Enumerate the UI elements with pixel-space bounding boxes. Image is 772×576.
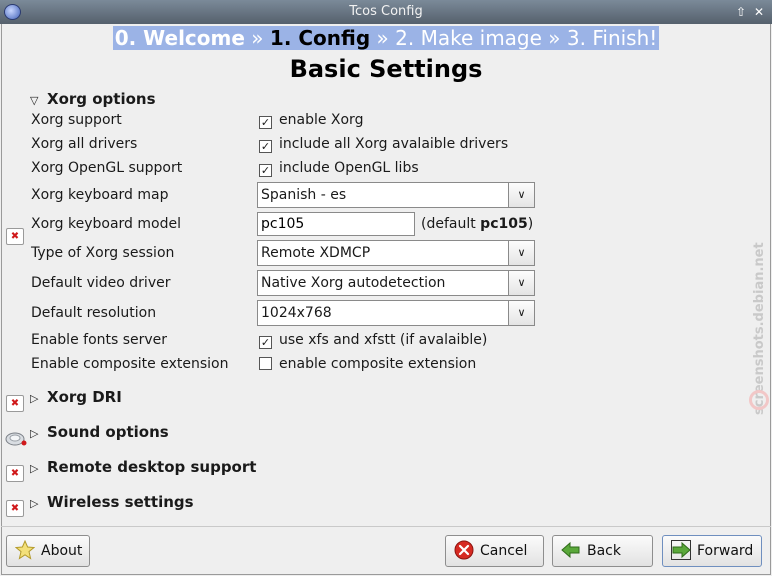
session-type-combobox[interactable]: Remote XDMCP ∨ — [257, 240, 535, 266]
remote-desktop-expander[interactable]: ▷ Remote desktop support — [30, 457, 256, 477]
button-bar-divider — [1, 526, 771, 527]
triangle-right-icon: ▷ — [30, 427, 39, 440]
session-type-value: Remote XDMCP — [261, 245, 371, 261]
checkbox-unchecked-icon — [259, 357, 272, 370]
arrow-left-icon — [561, 541, 580, 559]
step-make-image: 2. Make image — [395, 26, 542, 50]
video-driver-value: Native Xorg autodetection — [261, 275, 446, 291]
composite-checkbox[interactable]: enable composite extension — [259, 353, 476, 375]
checkbox-checked-icon: ✓ — [259, 116, 272, 129]
window-titlebar[interactable]: Tcos Config ⇧ ✕ — [0, 0, 772, 24]
checkbox-checked-icon: ✓ — [259, 336, 272, 349]
xorg-opengl-label: Xorg OpenGL support — [31, 160, 183, 176]
xorg-options-label: Xorg options — [47, 90, 156, 108]
close-icon[interactable]: ✕ — [751, 4, 767, 20]
wizard-steps: 0. Welcome » 1. Config » 2. Make image »… — [0, 26, 772, 50]
xorg-options-expander[interactable]: ▽ Xorg options — [30, 89, 156, 109]
xorg-all-drivers-label: Xorg all drivers — [31, 136, 138, 152]
fonts-server-label: Enable fonts server — [31, 332, 168, 348]
about-button[interactable]: About — [6, 535, 90, 567]
enable-xorg-text: enable Xorg — [279, 112, 364, 128]
cancel-label: Cancel — [480, 543, 528, 559]
remote-desktop-label: Remote desktop support — [47, 458, 257, 476]
composite-text: enable composite extension — [279, 356, 477, 372]
watermark: screenshots.debian.net — [752, 242, 767, 415]
wireless-settings-expander[interactable]: ▷ Wireless settings — [30, 492, 194, 512]
xorg-dri-expander[interactable]: ▷ Xorg DRI — [30, 387, 122, 407]
cancel-button[interactable]: Cancel — [445, 535, 544, 567]
keyboard-model-default-note: (default pc105) — [421, 213, 533, 235]
step-separator: » — [376, 26, 389, 50]
chevron-down-icon[interactable]: ∨ — [508, 271, 534, 295]
resolution-combobox[interactable]: 1024x768 ∨ — [257, 300, 535, 326]
cancel-icon — [454, 540, 474, 560]
default-value: pc105 — [480, 216, 528, 232]
checkbox-checked-icon: ✓ — [259, 164, 272, 177]
chevron-down-icon[interactable]: ∨ — [508, 183, 534, 207]
error-x-icon[interactable]: ✖ — [6, 500, 24, 517]
wireless-settings-label: Wireless settings — [47, 493, 194, 511]
up-arrow-icon[interactable]: ⇧ — [733, 4, 749, 20]
keyboard-model-input[interactable] — [257, 212, 415, 236]
fonts-server-text: use xfs and xfstt (if avalaible) — [279, 332, 488, 348]
wizard-steps-bar: 0. Welcome » 1. Config » 2. Make image »… — [112, 26, 660, 50]
about-label: About — [41, 543, 83, 559]
include-opengl-checkbox[interactable]: ✓ include OpenGL libs — [259, 157, 419, 179]
triangle-right-icon: ▷ — [30, 497, 39, 510]
chevron-down-icon[interactable]: ∨ — [508, 241, 534, 265]
default-suffix: ) — [527, 216, 534, 232]
back-label: Back — [587, 543, 621, 559]
triangle-down-icon: ▽ — [30, 94, 39, 107]
fonts-server-checkbox[interactable]: ✓ use xfs and xfstt (if avalaible) — [259, 329, 487, 351]
keymap-combobox[interactable]: Spanish - es ∨ — [257, 182, 535, 208]
step-finish: 3. Finish! — [566, 26, 658, 50]
keymap-value: Spanish - es — [261, 187, 347, 203]
checkbox-checked-icon: ✓ — [259, 140, 272, 153]
xorg-keymap-label: Xorg keyboard map — [31, 187, 169, 203]
triangle-right-icon: ▷ — [30, 392, 39, 405]
sound-options-expander[interactable]: ▷ Sound options — [30, 422, 169, 442]
include-all-drivers-checkbox[interactable]: ✓ include all Xorg avalaible drivers — [259, 133, 508, 155]
error-x-icon[interactable]: ✖ — [6, 465, 24, 482]
video-driver-combobox[interactable]: Native Xorg autodetection ∨ — [257, 270, 535, 296]
resolution-value: 1024x768 — [261, 305, 332, 321]
watermark-logo-icon — [749, 390, 769, 410]
error-x-icon[interactable]: ✖ — [6, 395, 24, 412]
forward-button[interactable]: Forward — [662, 535, 762, 567]
app-icon — [4, 4, 21, 20]
xorg-session-label: Type of Xorg session — [31, 245, 175, 261]
sound-device-icon[interactable] — [5, 430, 27, 446]
sound-options-label: Sound options — [47, 423, 169, 441]
enable-xorg-checkbox[interactable]: ✓ enable Xorg — [259, 109, 363, 131]
forward-label: Forward — [697, 543, 754, 559]
include-opengl-text: include OpenGL libs — [279, 160, 419, 176]
xorg-support-label: Xorg support — [31, 112, 122, 128]
default-prefix: (default — [421, 216, 481, 232]
triangle-right-icon: ▷ — [30, 462, 39, 475]
chevron-down-icon[interactable]: ∨ — [508, 301, 534, 325]
step-config-current: 1. Config — [269, 26, 371, 50]
arrow-right-icon — [671, 540, 691, 560]
resolution-label: Default resolution — [31, 305, 157, 321]
window-title: Tcos Config — [349, 4, 423, 19]
error-x-icon[interactable]: ✖ — [6, 228, 24, 245]
xorg-dri-label: Xorg DRI — [47, 388, 122, 406]
back-button[interactable]: Back — [552, 535, 653, 567]
star-icon — [15, 540, 35, 560]
step-welcome: 0. Welcome — [114, 26, 245, 50]
step-separator: » — [251, 26, 264, 50]
xorg-keyboard-model-label: Xorg keyboard model — [31, 216, 181, 232]
video-driver-label: Default video driver — [31, 275, 171, 291]
include-all-drivers-text: include all Xorg avalaible drivers — [279, 136, 509, 152]
step-separator: » — [548, 26, 561, 50]
composite-label: Enable composite extension — [31, 356, 229, 372]
page-title: Basic Settings — [289, 55, 483, 83]
